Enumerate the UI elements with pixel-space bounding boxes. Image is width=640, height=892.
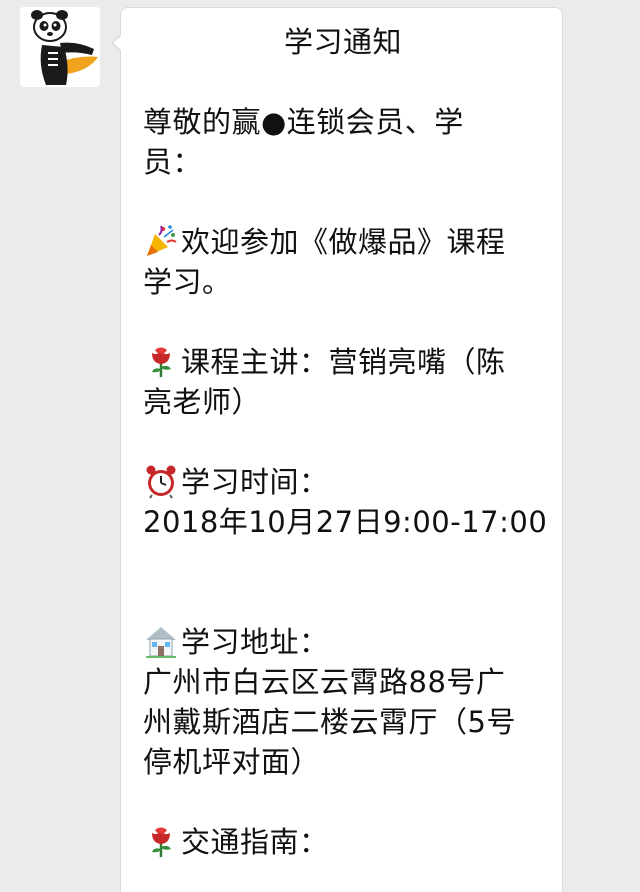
speaker-line-2: 亮老师） bbox=[143, 385, 262, 419]
panda-avatar-icon bbox=[20, 7, 100, 87]
greeting-line-1: 尊敬的赢●连锁会员、学 bbox=[143, 105, 464, 139]
alarm-clock-icon bbox=[143, 463, 179, 499]
welcome-line-1: 欢迎参加《做爆品》课程 bbox=[143, 222, 548, 262]
message-title: 学习通知 bbox=[283, 25, 402, 59]
time-label: 学习时间： bbox=[181, 465, 329, 499]
speaker-line-1: 课程主讲：营销亮嘴（陈 bbox=[143, 342, 548, 382]
rose-icon bbox=[143, 343, 179, 379]
address-label-line: 学习地址： bbox=[143, 622, 548, 662]
rose-icon bbox=[143, 823, 179, 859]
greeting-line-2: 员： bbox=[143, 145, 203, 179]
traffic-label-line: 交通指南： bbox=[143, 822, 548, 862]
welcome-line-2: 学习。 bbox=[143, 265, 232, 299]
welcome-text-1: 欢迎参加《做爆品》课程 bbox=[181, 225, 506, 259]
house-icon bbox=[143, 623, 179, 659]
sender-avatar[interactable] bbox=[20, 7, 100, 87]
time-label-line: 学习时间： bbox=[143, 462, 548, 502]
traffic-label: 交通指南： bbox=[181, 825, 329, 859]
address-label: 学习地址： bbox=[181, 625, 329, 659]
address-line-1: 广州市白云区云霄路88号广 bbox=[143, 665, 506, 699]
bubble-tail-fill bbox=[113, 35, 122, 51]
message-text: 学习通知 尊敬的赢●连锁会员、学 员： 欢迎参加《做爆品》课程 学习。 课程主讲… bbox=[143, 22, 548, 862]
chat-view: 学习通知 尊敬的赢●连锁会员、学 员： 欢迎参加《做爆品》课程 学习。 课程主讲… bbox=[0, 0, 640, 892]
party-popper-icon bbox=[143, 223, 179, 259]
address-line-2: 州戴斯酒店二楼云霄厅（5号 bbox=[143, 705, 516, 739]
address-line-3: 停机坪对面） bbox=[143, 745, 321, 779]
time-value: 2018年10月27日9:00-17:00 bbox=[143, 505, 548, 539]
speaker-text-1: 课程主讲：营销亮嘴（陈 bbox=[181, 345, 506, 379]
